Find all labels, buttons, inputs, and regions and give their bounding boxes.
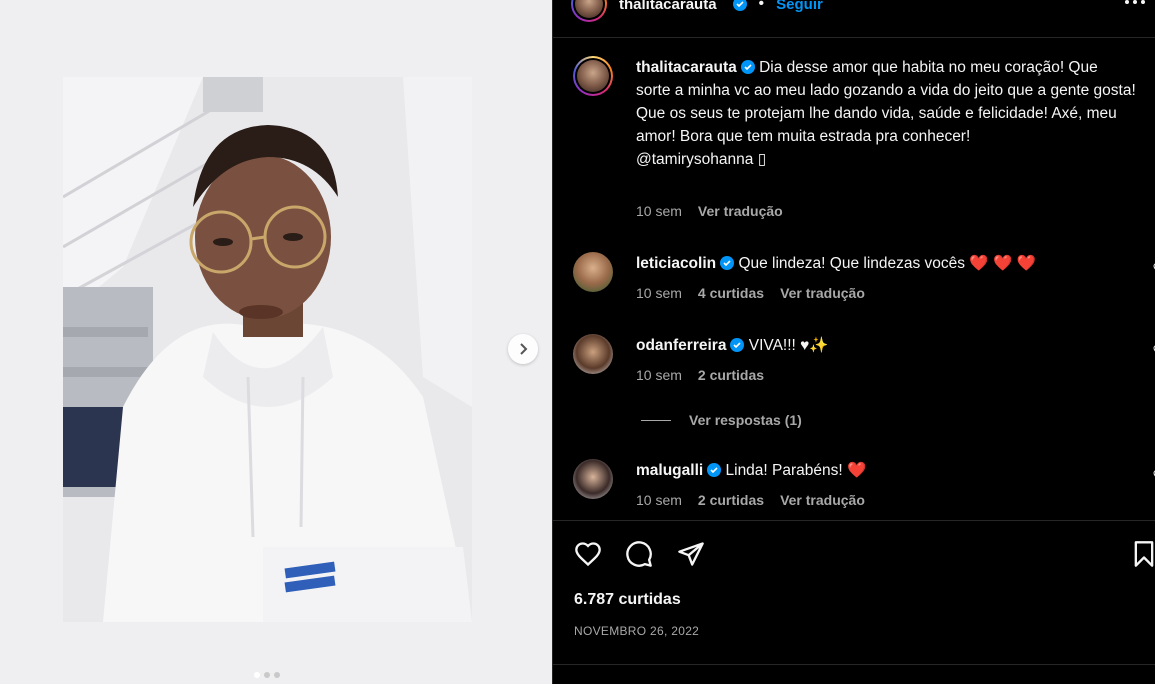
carousel-dots	[254, 672, 280, 678]
comment-meta: 10 sem 2 curtidas Ver tradução	[636, 492, 865, 508]
carousel-dot	[264, 672, 270, 678]
comment-time[interactable]: 10 sem	[636, 367, 682, 383]
comment-emoji: ♥✨	[800, 337, 829, 354]
divider	[553, 520, 1155, 521]
follow-button[interactable]: Seguir	[776, 0, 823, 13]
comments-list: thalitacarauta Dia desse amor que habita…	[553, 38, 1155, 520]
comment-likes[interactable]: 4 curtidas	[698, 285, 764, 301]
comment-row: malugalli Linda! Parabéns! ❤️ 10 sem 2 c…	[573, 459, 1155, 519]
comment-likes[interactable]: 2 curtidas	[698, 492, 764, 508]
share-icon[interactable]	[676, 540, 706, 568]
caption-meta: 10 sem Ver tradução	[636, 203, 783, 219]
comment-likes[interactable]: 2 curtidas	[698, 367, 764, 383]
post-panel: thalitacarauta • Seguir thalitacarauta D…	[552, 0, 1155, 684]
author-avatar[interactable]	[571, 0, 607, 22]
comment-emoji: ❤️ ❤️ ❤️	[969, 255, 1036, 272]
comment-meta: 10 sem 4 curtidas Ver tradução	[636, 285, 865, 301]
post-photo[interactable]	[63, 77, 472, 622]
comment-text: Que lindeza! Que lindezas vocês	[738, 255, 966, 272]
post-date[interactable]: NOVEMBRO 26, 2022	[574, 624, 699, 638]
comment-icon[interactable]	[624, 540, 654, 568]
verified-icon	[740, 60, 755, 74]
caption-time[interactable]: 10 sem	[636, 203, 682, 219]
commenter-avatar[interactable]	[573, 334, 613, 374]
caption-body: thalitacarauta Dia desse amor que habita…	[636, 56, 1136, 171]
chevron-right-icon	[520, 343, 528, 355]
post-media	[0, 0, 552, 684]
comment-text: Linda! Parabéns!	[725, 462, 843, 479]
comment-meta: 10 sem 2 curtidas	[636, 367, 764, 383]
likes-count[interactable]: 6.787 curtidas	[574, 591, 681, 609]
comment-body: malugalli Linda! Parabéns! ❤️	[636, 459, 1136, 482]
comment-translate-link[interactable]: Ver tradução	[780, 492, 865, 508]
heart-icon[interactable]	[573, 540, 603, 568]
comment-text: VIVA!!!	[748, 337, 796, 354]
caption-avatar[interactable]	[573, 56, 613, 96]
commenter-username[interactable]: malugalli	[636, 462, 703, 479]
carousel-next-button[interactable]	[508, 334, 538, 364]
verified-icon	[732, 0, 747, 11]
divider	[553, 664, 1155, 665]
verified-icon	[720, 256, 735, 270]
carousel-dot-active	[254, 672, 260, 678]
caption-username[interactable]: thalitacarauta	[636, 59, 737, 76]
author-username[interactable]: thalitacarauta	[619, 0, 717, 13]
comment-body: leticiacolin Que lindeza! Que lindezas v…	[636, 252, 1136, 275]
comment-row: leticiacolin Que lindeza! Que lindezas v…	[573, 252, 1155, 312]
more-icon[interactable]	[1123, 0, 1147, 10]
verified-icon	[730, 338, 745, 352]
comment-row: odanferreira VIVA!!! ♥✨ 10 sem 2 curtida…	[573, 334, 1155, 394]
commenter-avatar[interactable]	[573, 459, 613, 499]
commenter-avatar[interactable]	[573, 252, 613, 292]
view-replies-label: Ver respostas (1)	[689, 412, 802, 428]
commenter-username[interactable]: odanferreira	[636, 337, 726, 354]
verified-icon	[707, 463, 722, 477]
post-header: thalitacarauta • Seguir	[571, 0, 823, 22]
comment-translate-link[interactable]: Ver tradução	[780, 285, 865, 301]
carousel-dot	[274, 672, 280, 678]
comment-emoji: ❤️	[847, 462, 867, 479]
view-replies-button[interactable]: Ver respostas (1)	[641, 412, 802, 428]
comment-time[interactable]: 10 sem	[636, 285, 682, 301]
comment-time[interactable]: 10 sem	[636, 492, 682, 508]
caption-translate-link[interactable]: Ver tradução	[698, 203, 783, 219]
bookmark-icon[interactable]	[1130, 540, 1155, 568]
caption: thalitacarauta Dia desse amor que habita…	[573, 56, 1153, 226]
post-actions	[573, 540, 1155, 570]
replies-line	[641, 419, 671, 421]
comment-body: odanferreira VIVA!!! ♥✨	[636, 334, 1136, 357]
caption-mention[interactable]: @tamirysohanna ▯	[636, 151, 766, 168]
commenter-username[interactable]: leticiacolin	[636, 255, 716, 272]
